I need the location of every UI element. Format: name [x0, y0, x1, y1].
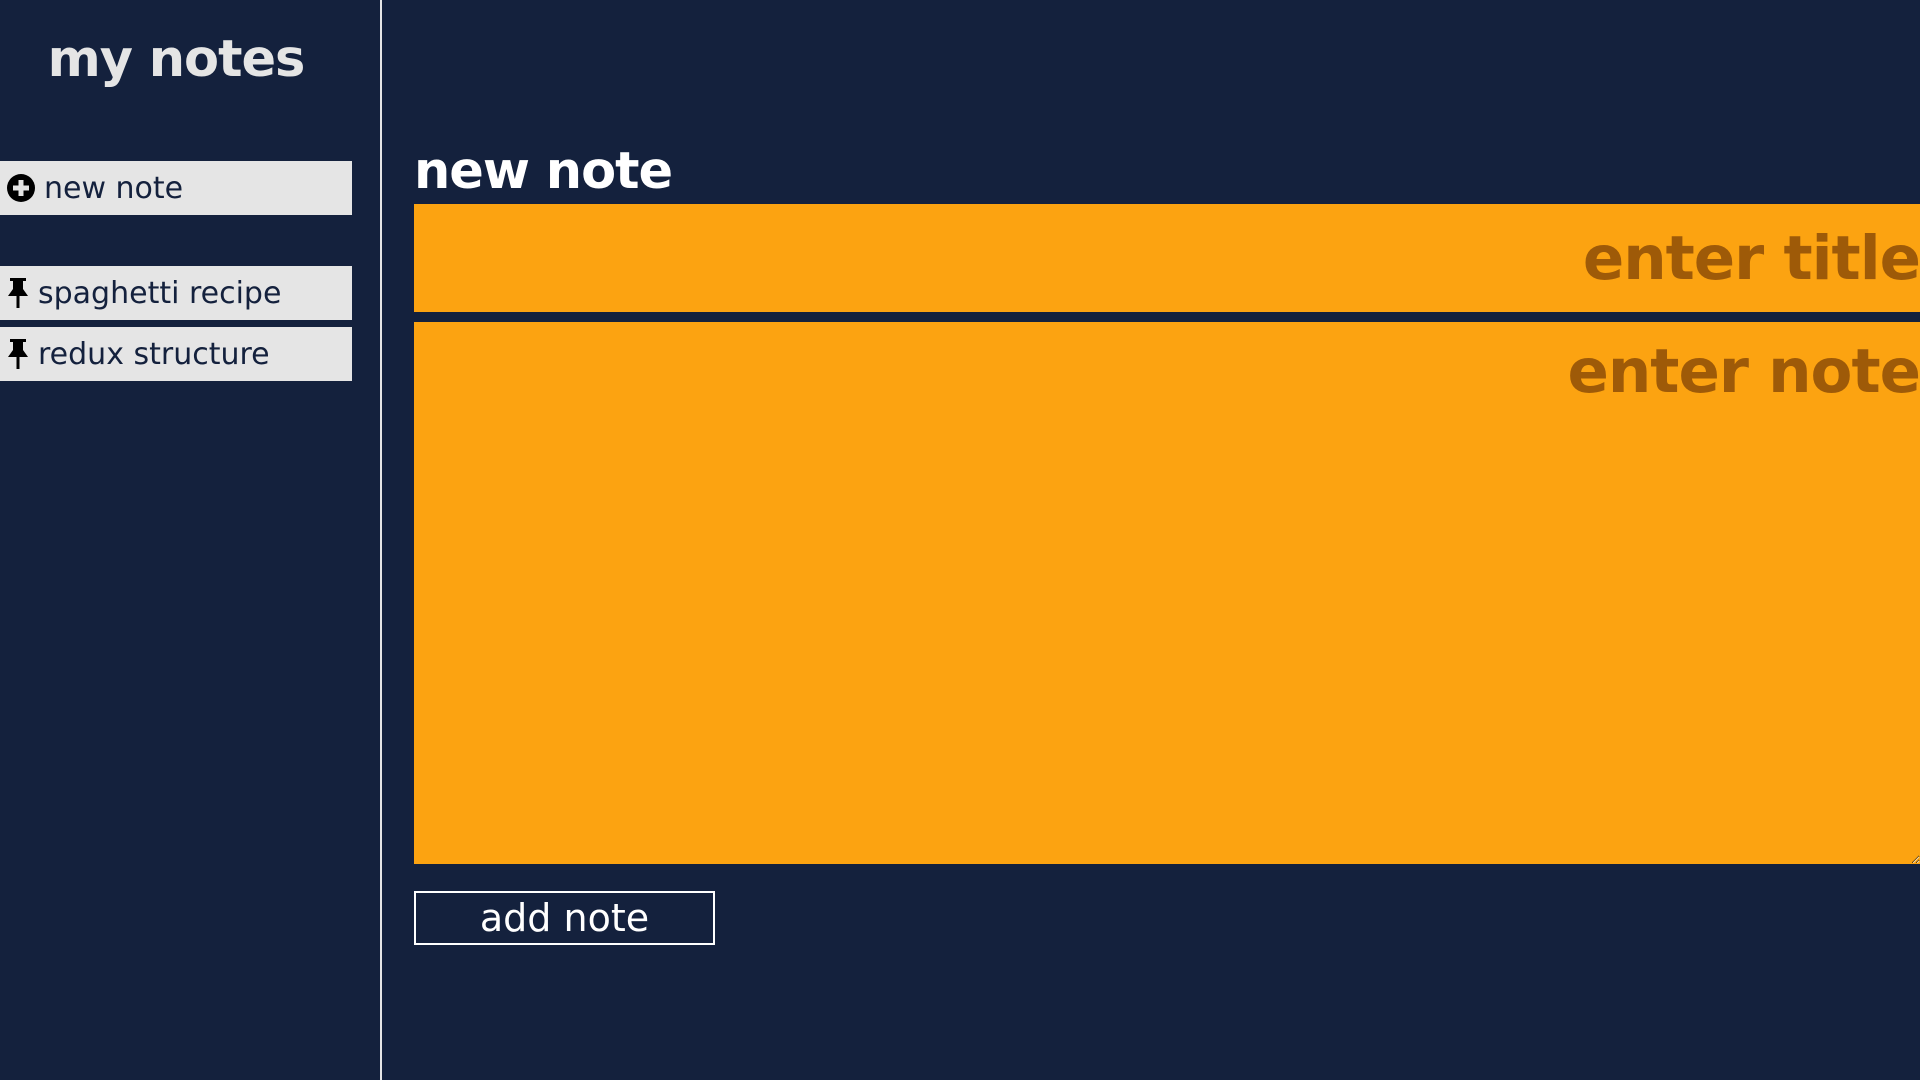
- new-note-label: new note: [44, 170, 184, 206]
- pin-icon: [6, 277, 30, 309]
- sidebar: my notes new note spaghetti recipe redux…: [0, 0, 382, 1080]
- title-input[interactable]: [414, 204, 1920, 312]
- app-window: my notes new note spaghetti recipe redux…: [0, 0, 1920, 1080]
- sidebar-item-spaghetti-recipe[interactable]: spaghetti recipe: [0, 266, 352, 320]
- pin-icon: [6, 338, 30, 370]
- note-label: spaghetti recipe: [38, 275, 282, 311]
- sidebar-item-redux-structure[interactable]: redux structure: [0, 327, 352, 381]
- note-label: redux structure: [38, 336, 270, 372]
- note-textarea[interactable]: [414, 322, 1920, 864]
- app-title: my notes: [47, 30, 306, 89]
- add-note-button[interactable]: add note: [414, 891, 715, 945]
- new-note-button[interactable]: new note: [0, 161, 352, 215]
- page-title: new note: [414, 142, 673, 201]
- plus-circle-icon: [6, 173, 36, 203]
